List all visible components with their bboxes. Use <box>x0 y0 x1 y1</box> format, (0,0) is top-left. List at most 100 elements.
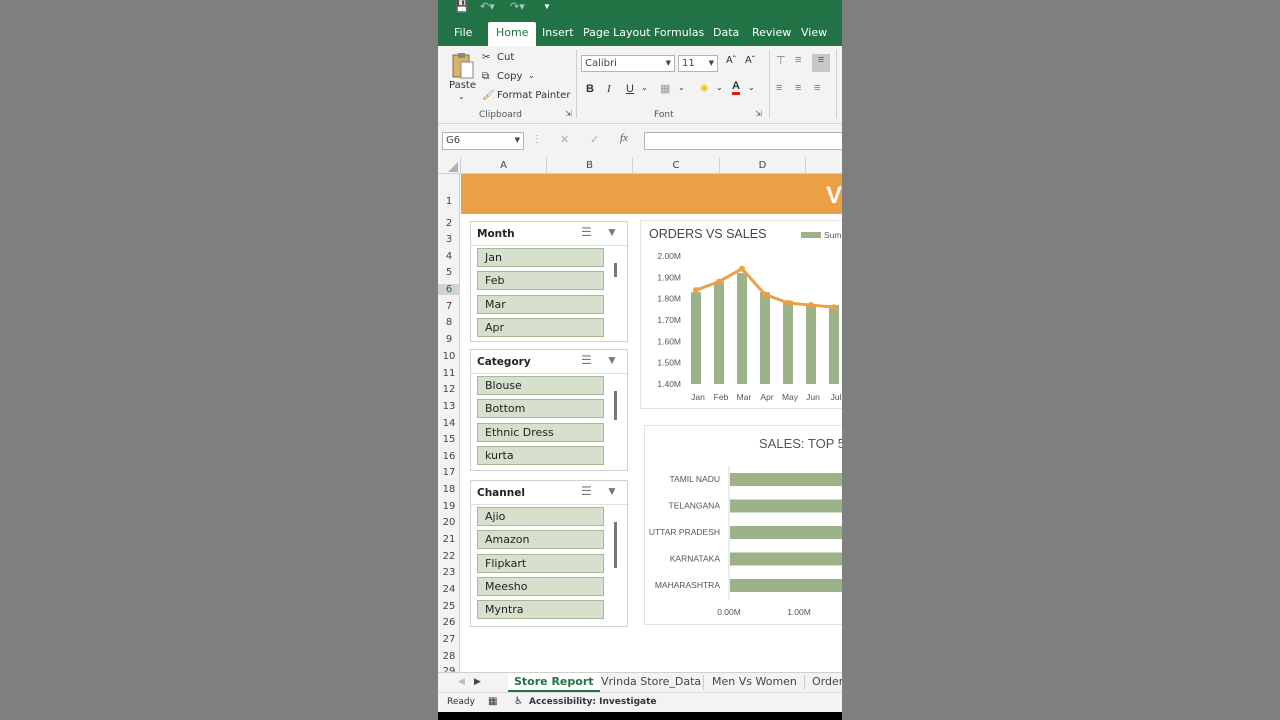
multi-select-icon[interactable]: ☰ <box>581 484 592 498</box>
chart-line-point[interactable] <box>762 291 768 298</box>
tab-formulas[interactable]: Formulas <box>654 22 704 46</box>
fill-color-icon[interactable]: ◈ <box>700 81 708 94</box>
sheet-tab-order[interactable]: Order <box>812 673 842 692</box>
align-bottom-icon[interactable]: ≡ <box>812 54 830 72</box>
slicer-scrollbar[interactable] <box>614 522 617 568</box>
sheet-tab-vrinda-store-data[interactable]: Vrinda Store_Data <box>601 673 701 692</box>
column-header[interactable]: D <box>720 157 806 174</box>
clear-filter-icon[interactable]: ▼ <box>606 225 618 239</box>
row-header[interactable]: 8 <box>438 317 460 328</box>
chart-bar[interactable] <box>730 552 842 566</box>
clear-filter-icon[interactable]: ▼ <box>606 484 618 498</box>
align-middle-icon[interactable]: ≡ <box>795 54 801 66</box>
slicer-item[interactable]: kurta <box>477 446 604 465</box>
font-launcher-icon[interactable]: ⇲ <box>755 109 762 118</box>
underline-dropdown-icon[interactable]: ⌄ <box>641 83 648 92</box>
slicer-item[interactable]: Ethnic Dress <box>477 423 604 442</box>
decrease-font-icon[interactable]: Aˇ <box>745 55 755 66</box>
accessibility-status[interactable]: Accessibility: Investigate <box>529 697 657 707</box>
chart-line-point[interactable] <box>716 278 722 285</box>
borders-dropdown-icon[interactable]: ⌄ <box>678 83 685 92</box>
italic-button[interactable]: I <box>607 83 611 95</box>
copy-button[interactable]: Copy <box>497 71 522 82</box>
chart-bar[interactable] <box>783 300 793 384</box>
row-header[interactable]: 6 <box>438 284 460 295</box>
chart-line-point[interactable] <box>785 299 791 306</box>
column-header[interactable]: A <box>461 157 547 174</box>
chart-line-point[interactable] <box>693 287 699 294</box>
undo-icon[interactable]: ↶▾ <box>480 0 495 14</box>
font-color-dropdown-icon[interactable]: ⌄ <box>748 83 755 92</box>
chart-bar[interactable] <box>760 292 770 384</box>
row-header[interactable]: 28 <box>438 651 460 662</box>
tab-insert[interactable]: Insert <box>542 22 574 46</box>
chart-bar[interactable] <box>829 305 839 384</box>
confirm-entry-icon[interactable]: ✓ <box>590 133 599 146</box>
prev-sheet-icon[interactable]: ◀ <box>458 673 465 692</box>
multi-select-icon[interactable]: ☰ <box>581 225 592 239</box>
slicer-item[interactable]: Flipkart <box>477 554 604 573</box>
tab-home[interactable]: Home <box>488 22 537 46</box>
chart-bar[interactable] <box>714 281 724 384</box>
slicer-item[interactable]: Amazon <box>477 530 604 549</box>
column-header[interactable]: B <box>547 157 633 174</box>
row-header[interactable]: 14 <box>438 418 460 429</box>
chart-bar[interactable] <box>737 273 747 384</box>
clipboard-launcher-icon[interactable]: ⇲ <box>565 109 572 118</box>
tab-page-layout[interactable]: Page Layout <box>583 22 651 46</box>
tab-review[interactable]: Review <box>752 22 791 46</box>
column-header[interactable]: C <box>633 157 720 174</box>
row-header[interactable]: 24 <box>438 584 460 595</box>
slicer-scrollbar[interactable] <box>614 391 617 420</box>
slicer-item[interactable]: Blouse <box>477 376 604 395</box>
font-size-select[interactable]: 11 ▼ <box>678 55 718 72</box>
slicer-item[interactable]: Ajio <box>477 507 604 526</box>
chart-bar[interactable] <box>730 473 842 486</box>
align-left-icon[interactable]: ≡ <box>776 82 782 94</box>
slicer-item[interactable]: Apr <box>477 318 604 337</box>
row-header[interactable]: 16 <box>438 451 460 462</box>
slicer-item[interactable]: Meesho <box>477 577 604 596</box>
tab-data[interactable]: Data <box>713 22 739 46</box>
chart-bar[interactable] <box>730 579 842 592</box>
slicer-item[interactable]: Feb <box>477 271 604 290</box>
column-header[interactable] <box>806 157 842 174</box>
row-header[interactable]: 19 <box>438 501 460 512</box>
multi-select-icon[interactable]: ☰ <box>581 353 592 367</box>
row-header[interactable]: 22 <box>438 551 460 562</box>
cancel-entry-icon[interactable]: ✕ <box>560 133 569 146</box>
chart-bar[interactable] <box>806 305 816 384</box>
sales-top5-chart[interactable]: SALES: TOP 5 TAMIL NADU TELANGANA UTTAR PR… <box>644 425 842 625</box>
font-name-select[interactable]: Calibri ▼ <box>581 55 675 72</box>
formula-input[interactable] <box>644 132 842 150</box>
paste-dropdown-icon[interactable]: ⌄ <box>458 92 465 101</box>
tab-view[interactable]: View <box>801 22 827 46</box>
chart-bar[interactable] <box>730 499 842 513</box>
slicer-item[interactable]: Mar <box>477 295 604 314</box>
row-header[interactable]: 15 <box>438 434 460 445</box>
underline-button[interactable]: U <box>626 83 634 95</box>
row-header[interactable]: 5 <box>438 267 460 278</box>
fill-dropdown-icon[interactable]: ⌄ <box>716 83 723 92</box>
orders-vs-sales-chart[interactable]: ORDERS VS SALES Sum 2.00M 1.90M 1.80M 1.70M… <box>640 220 842 409</box>
row-header[interactable]: 25 <box>438 601 460 612</box>
row-header[interactable]: 27 <box>438 634 460 645</box>
row-header[interactable]: 7 <box>438 301 460 312</box>
row-header[interactable]: 12 <box>438 384 460 395</box>
accessibility-icon[interactable]: ♿ <box>514 696 523 707</box>
row-header[interactable]: 26 <box>438 617 460 628</box>
row-header[interactable]: 3 <box>438 234 460 245</box>
align-right-icon[interactable]: ≡ <box>814 82 820 94</box>
chart-bar[interactable] <box>691 292 701 384</box>
sheet-tab-men-vs-women[interactable]: Men Vs Women <box>712 673 797 692</box>
row-header[interactable]: 10 <box>438 351 460 362</box>
chart-line-point[interactable] <box>831 304 837 311</box>
redo-icon[interactable]: ↷▾ <box>510 0 525 14</box>
select-all-corner[interactable] <box>438 157 461 174</box>
next-sheet-icon[interactable]: ▶ <box>474 673 481 692</box>
tab-file[interactable]: File <box>454 22 472 46</box>
macro-record-icon[interactable]: ▦ <box>488 696 497 707</box>
slicer-item[interactable]: Jan <box>477 248 604 267</box>
format-painter-button[interactable]: Format Painter <box>497 90 570 101</box>
chart-bar[interactable] <box>730 526 842 539</box>
